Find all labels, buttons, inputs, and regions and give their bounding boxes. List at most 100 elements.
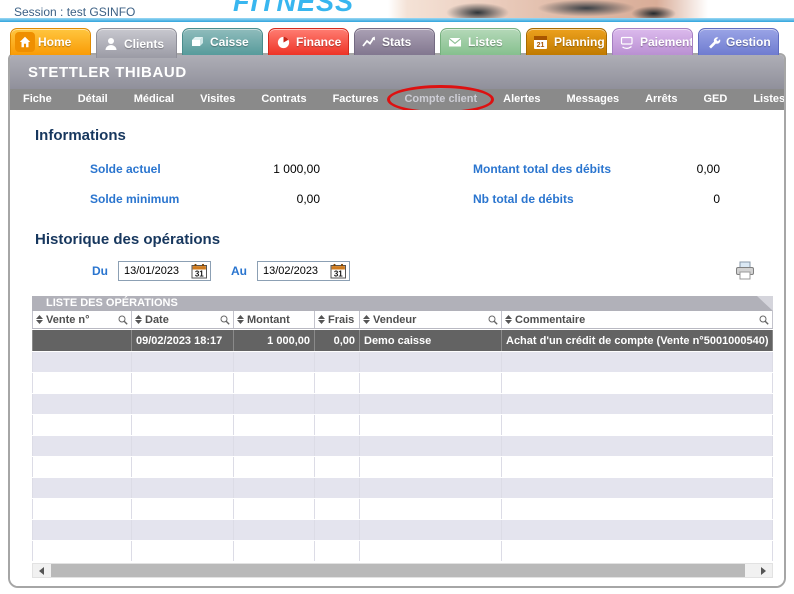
info-row: Solde actuel1 000,00Montant total des dé… xyxy=(10,154,784,184)
cell-empty xyxy=(32,436,132,456)
subnav-item-listes[interactable]: Listes xyxy=(740,89,786,110)
cell-empty xyxy=(315,436,360,456)
cell-date: 09/02/2023 18:17 xyxy=(132,330,234,351)
date-from-input[interactable] xyxy=(124,265,186,277)
column-header-commentaire[interactable]: Commentaire xyxy=(502,311,773,328)
cell-empty xyxy=(32,520,132,540)
subnav-item-contrats[interactable]: Contrats xyxy=(248,89,319,110)
subnav-item-ged[interactable]: GED xyxy=(690,89,740,110)
cell-empty xyxy=(502,415,773,435)
calendar-icon[interactable]: 31 xyxy=(330,263,347,279)
cell-empty xyxy=(32,499,132,519)
payments-icon xyxy=(617,32,637,52)
tab-gestion[interactable]: Gestion xyxy=(698,28,779,55)
tab-label: Listes xyxy=(468,35,503,49)
client-name-header: STETTLER THIBAUD xyxy=(10,55,784,89)
subnav-item-visites[interactable]: Visites xyxy=(187,89,248,110)
sort-icon[interactable] xyxy=(505,315,512,324)
sort-icon[interactable] xyxy=(36,315,43,324)
clients-icon xyxy=(101,34,121,54)
cell-empty xyxy=(360,436,502,456)
cell-empty xyxy=(502,478,773,498)
cell-vente-n xyxy=(32,330,132,351)
cell-empty xyxy=(502,520,773,540)
subnav-item-medical[interactable]: Médical xyxy=(121,89,187,110)
cell-empty xyxy=(360,415,502,435)
subnav-item-messages[interactable]: Messages xyxy=(553,89,632,110)
subnav-item-arrets[interactable]: Arrêts xyxy=(632,89,690,110)
tab-caisse[interactable]: Caisse xyxy=(182,28,263,55)
subnav-item-compte-client[interactable]: Compte client xyxy=(391,89,490,110)
table-row-selected[interactable]: 09/02/2023 18:171 000,000,00Demo caisseA… xyxy=(32,330,773,351)
table-row-empty xyxy=(32,415,773,435)
cell-empty xyxy=(234,541,315,561)
sort-icon[interactable] xyxy=(135,315,142,324)
tab-label: Finance xyxy=(296,35,341,49)
finance-icon xyxy=(273,32,293,52)
cell-empty xyxy=(132,436,234,456)
cell-empty xyxy=(360,394,502,414)
subnav-item-detail[interactable]: Détail xyxy=(65,89,121,110)
cell-empty xyxy=(32,478,132,498)
tab-home[interactable]: Home xyxy=(10,28,91,55)
cell-vendeur: Demo caisse xyxy=(360,330,502,351)
subnav-item-alertes[interactable]: Alertes xyxy=(490,89,553,110)
scroll-left-button[interactable] xyxy=(35,564,48,577)
cell-empty xyxy=(234,352,315,372)
date-to-input[interactable] xyxy=(263,265,325,277)
cell-empty xyxy=(234,520,315,540)
tab-label: Caisse xyxy=(210,35,249,49)
table-row-empty xyxy=(32,520,773,540)
column-header-montant[interactable]: Montant xyxy=(234,311,315,328)
au-label: Au xyxy=(231,264,247,278)
tab-stats[interactable]: Stats xyxy=(354,28,435,55)
scrollbar-thumb[interactable] xyxy=(51,564,745,577)
info-value: 0,00 xyxy=(242,192,320,206)
du-label: Du xyxy=(92,264,108,278)
cell-empty xyxy=(32,457,132,477)
column-header-vente-n[interactable]: Vente n° xyxy=(32,311,132,328)
search-icon[interactable] xyxy=(759,315,769,325)
stats-icon xyxy=(359,32,379,52)
table-row-empty xyxy=(32,541,773,561)
info-label: Solde actuel xyxy=(90,162,242,176)
tab-finance[interactable]: Finance xyxy=(268,28,349,55)
table-row-empty xyxy=(32,352,773,372)
search-icon[interactable] xyxy=(118,315,128,325)
tab-clients[interactable]: Clients xyxy=(96,28,177,58)
subnav-item-factures[interactable]: Factures xyxy=(320,89,392,110)
subnav-item-fiche[interactable]: Fiche xyxy=(10,89,65,110)
sort-icon[interactable] xyxy=(318,315,325,324)
tab-listes[interactable]: Listes xyxy=(440,28,521,55)
cell-commentaire: Achat d'un crédit de compte (Vente n°500… xyxy=(502,330,773,351)
cell-empty xyxy=(132,478,234,498)
cell-empty xyxy=(315,352,360,372)
cell-empty xyxy=(132,394,234,414)
cell-empty xyxy=(234,499,315,519)
printer-icon[interactable] xyxy=(734,261,756,281)
column-header-vendeur[interactable]: Vendeur xyxy=(360,311,502,328)
cell-montant: 1 000,00 xyxy=(234,330,315,351)
tab-planning[interactable]: 21Planning xyxy=(526,28,607,55)
column-header-frais[interactable]: Frais xyxy=(315,311,360,328)
date-filter-row: Du 31 Au 31 xyxy=(92,260,756,282)
calendar-icon[interactable]: 31 xyxy=(191,263,208,279)
table-row-empty xyxy=(32,394,773,414)
client-panel: STETTLER THIBAUD FicheDétailMédicalVisit… xyxy=(8,53,786,588)
sort-icon[interactable] xyxy=(237,315,244,324)
tab-paiements[interactable]: Paiements xyxy=(612,28,693,55)
search-icon[interactable] xyxy=(488,315,498,325)
cell-empty xyxy=(132,520,234,540)
cell-empty xyxy=(234,457,315,477)
search-icon[interactable] xyxy=(220,315,230,325)
sort-icon[interactable] xyxy=(363,315,370,324)
info-label: Solde minimum xyxy=(90,192,242,206)
operations-table-title: LISTE DES OPÉRATIONS xyxy=(32,296,773,311)
planning-icon: 21 xyxy=(531,32,551,52)
column-header-date[interactable]: Date xyxy=(132,311,234,328)
table-row-empty xyxy=(32,457,773,477)
gestion-icon xyxy=(703,32,723,52)
scroll-right-button[interactable] xyxy=(757,564,770,577)
historique-title: Historique des opérations xyxy=(10,214,784,248)
cell-frais: 0,00 xyxy=(315,330,360,351)
